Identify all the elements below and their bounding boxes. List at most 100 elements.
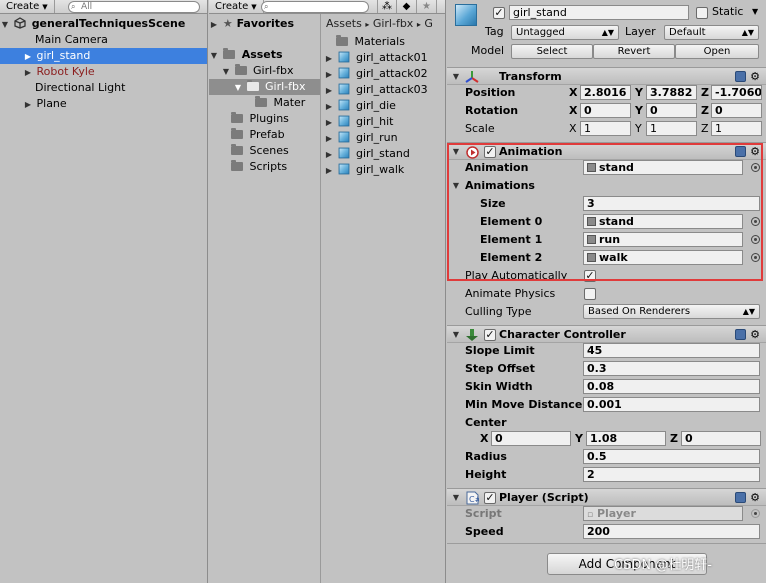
breadcrumb-item[interactable]: G [424,17,433,30]
animation-enabled-checkbox[interactable]: ✓ [484,146,496,158]
scale-z-field[interactable]: 1 [711,121,762,136]
project-search-input[interactable]: ⌕ [261,1,369,13]
file-item[interactable]: Materials [322,34,445,50]
collapse-arrow-icon[interactable]: ▼ [209,48,219,64]
help-book-icon[interactable] [735,71,747,82]
help-book-icon[interactable] [735,146,747,157]
assets-row[interactable]: ▼ Assets [209,47,320,63]
expand-arrow-icon[interactable]: ▶ [23,97,33,113]
file-item[interactable]: ▶ girl_stand [322,146,445,162]
character-controller-enabled-checkbox[interactable]: ✓ [484,329,496,341]
expand-arrow-icon[interactable]: ▶ [324,115,334,131]
hierarchy-item[interactable]: ▶ Plane [0,96,207,112]
static-checkbox[interactable] [696,7,708,19]
favorites-row[interactable]: ▶ ★ Favorites [209,16,320,32]
rotation-z-field[interactable]: 0 [711,103,762,118]
element-0-field[interactable]: stand [583,214,743,229]
height-field[interactable]: 2 [583,467,760,482]
object-picker-icon[interactable] [751,253,760,262]
filter-type-button[interactable]: ⁂ [377,0,397,13]
radius-field[interactable]: 0.5 [583,449,760,464]
center-x-field[interactable]: 0 [491,431,571,446]
object-name-field[interactable]: girl_stand [509,5,689,20]
file-item[interactable]: ▶ girl_attack01 [322,50,445,66]
player-script-header[interactable]: ▼ C# ✓ Player (Script) ⚙ [447,488,766,506]
gear-icon[interactable]: ⚙ [750,329,760,340]
transform-header[interactable]: ▼ Transform ⚙ [447,67,766,85]
expand-arrow-icon[interactable]: ▶ [324,51,334,67]
layer-dropdown[interactable]: Default ▲▼ [664,25,759,40]
position-y-field[interactable]: 3.7882 [646,85,697,100]
collapse-arrow-icon[interactable]: ▼ [221,64,231,80]
gear-icon[interactable]: ⚙ [750,71,760,82]
collapse-arrow-icon[interactable]: ▼ [233,80,243,96]
tree-folder[interactable]: Scripts [209,159,320,175]
tree-folder[interactable]: Scenes [209,143,320,159]
file-item[interactable]: ▶ girl_run [322,130,445,146]
min-move-distance-field[interactable]: 0.001 [583,397,760,412]
tree-folder[interactable]: Mater [209,95,320,111]
breadcrumb-item[interactable]: Girl-fbx [373,17,414,30]
model-select-button[interactable]: Select [511,44,593,59]
hierarchy-item[interactable]: ▶ Robot Kyle [0,64,207,80]
scene-root[interactable]: ▼ generalTechniquesScene [0,16,207,32]
model-open-button[interactable]: Open [675,44,759,59]
rotation-x-field[interactable]: 0 [580,103,631,118]
tag-dropdown[interactable]: Untagged ▲▼ [511,25,619,40]
gear-icon[interactable]: ⚙ [750,146,760,157]
position-x-field[interactable]: 2.8016 [580,85,631,100]
animate-physics-checkbox[interactable] [584,288,596,300]
gear-icon[interactable]: ⚙ [750,492,760,503]
expand-arrow-icon[interactable]: ▶ [324,163,334,179]
object-picker-icon[interactable] [751,217,760,226]
expand-arrow-icon[interactable]: ▶ [209,17,219,33]
breadcrumb-item[interactable]: Assets [326,17,362,30]
collapse-arrow-icon[interactable]: ▼ [0,17,10,33]
file-item[interactable]: ▶ girl_attack03 [322,82,445,98]
center-z-field[interactable]: 0 [681,431,761,446]
player-script-enabled-checkbox[interactable]: ✓ [484,492,496,504]
file-item[interactable]: ▶ girl_hit [322,114,445,130]
expand-arrow-icon[interactable]: ▶ [23,49,33,65]
scale-x-field[interactable]: 1 [580,121,631,136]
expand-arrow-icon[interactable]: ▶ [324,147,334,163]
help-book-icon[interactable] [735,492,747,503]
element-2-field[interactable]: walk [583,250,743,265]
project-create-button[interactable]: Create ▼ [209,0,264,13]
filter-label-button[interactable]: ◆ [397,0,417,13]
culling-type-dropdown[interactable]: Based On Renderers ▲▼ [583,304,760,319]
character-controller-header[interactable]: ▼ ✓ Character Controller ⚙ [447,325,766,343]
object-picker-icon[interactable] [751,163,760,172]
file-item[interactable]: ▶ girl_die [322,98,445,114]
file-item[interactable]: ▶ girl_attack02 [322,66,445,82]
tree-folder[interactable]: ▼ Girl-fbx [209,63,320,79]
animation-header[interactable]: ▼ ✓ Animation ⚙ [447,142,766,160]
expand-arrow-icon[interactable]: ▶ [23,65,33,81]
rotation-y-field[interactable]: 0 [646,103,697,118]
tree-folder-selected[interactable]: ▼ Girl-fbx [209,79,320,95]
model-revert-button[interactable]: Revert [593,44,675,59]
speed-field[interactable]: 200 [583,524,760,539]
help-book-icon[interactable] [735,329,747,340]
size-field[interactable]: 3 [583,196,760,211]
center-y-field[interactable]: 1.08 [586,431,666,446]
step-offset-field[interactable]: 0.3 [583,361,760,376]
object-picker-icon[interactable] [751,235,760,244]
scale-y-field[interactable]: 1 [646,121,697,136]
expand-arrow-icon[interactable]: ▶ [324,131,334,147]
hierarchy-item[interactable]: Directional Light [0,80,207,96]
hierarchy-item[interactable]: Main Camera [0,32,207,48]
static-dropdown-icon[interactable]: ▼ [752,4,758,20]
tree-folder[interactable]: Prefab [209,127,320,143]
hierarchy-item-selected[interactable]: ▶ girl_stand [0,48,207,64]
expand-arrow-icon[interactable]: ▶ [324,99,334,115]
file-item[interactable]: ▶ girl_walk [322,162,445,178]
object-active-checkbox[interactable]: ✓ [493,7,505,19]
skin-width-field[interactable]: 0.08 [583,379,760,394]
animation-clip-field[interactable]: stand [583,160,743,175]
expand-arrow-icon[interactable]: ▶ [324,83,334,99]
element-1-field[interactable]: run [583,232,743,247]
collapse-arrow-icon[interactable]: ▼ [451,177,461,195]
position-z-field[interactable]: -1.7060 [711,85,762,100]
favorite-button[interactable]: ★ [417,0,437,13]
